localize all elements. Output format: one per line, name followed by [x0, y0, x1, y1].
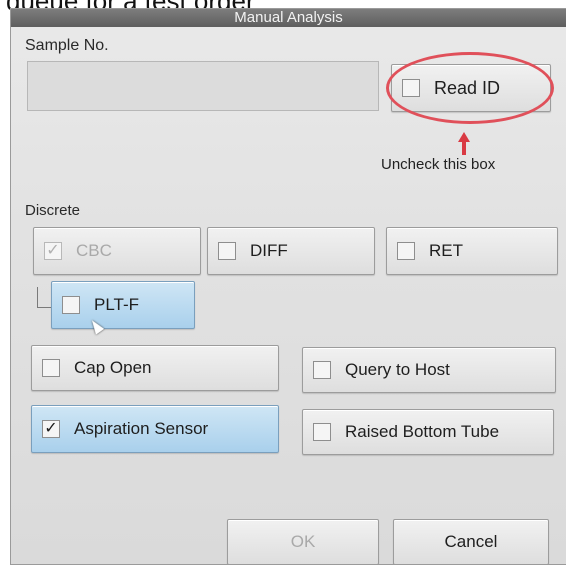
- plt-f-label: PLT-F: [94, 295, 140, 314]
- sample-no-field[interactable]: [27, 61, 379, 111]
- manual-analysis-dialog: Manual Analysis Sample No. Read ID Unche…: [10, 8, 566, 565]
- highlight-oval: [386, 52, 554, 124]
- ret-label: RET: [429, 241, 463, 260]
- window-title: Manual Analysis: [11, 9, 566, 27]
- aspiration-sensor-checkbox-button[interactable]: ✓ Aspiration Sensor: [31, 405, 279, 453]
- query-to-host-checkbox[interactable]: [313, 361, 331, 379]
- plt-f-checkbox-button[interactable]: PLT-F: [51, 281, 195, 329]
- cbc-checkbox-button[interactable]: ✓ CBC: [33, 227, 201, 275]
- query-to-host-label: Query to Host: [345, 360, 450, 379]
- check-icon: ✓: [44, 420, 58, 437]
- ret-checkbox-button[interactable]: RET: [386, 227, 558, 275]
- aspiration-sensor-checkbox[interactable]: ✓: [42, 420, 60, 438]
- cap-open-checkbox-button[interactable]: Cap Open: [31, 345, 279, 391]
- ok-button[interactable]: OK: [227, 519, 379, 564]
- annotation-text: Uncheck this box: [381, 156, 496, 173]
- cap-open-checkbox[interactable]: [42, 359, 60, 377]
- diff-checkbox[interactable]: [218, 242, 236, 260]
- raised-bottom-tube-label: Raised Bottom Tube: [345, 422, 500, 441]
- cap-open-label: Cap Open: [74, 358, 152, 377]
- cancel-button[interactable]: Cancel: [393, 519, 549, 564]
- cbc-checkbox[interactable]: ✓: [44, 242, 62, 260]
- plt-f-checkbox[interactable]: [62, 296, 80, 314]
- ret-checkbox[interactable]: [397, 242, 415, 260]
- raised-bottom-tube-checkbox-button[interactable]: Raised Bottom Tube: [302, 409, 554, 455]
- sample-no-label: Sample No.: [25, 37, 109, 54]
- discrete-label: Discrete: [25, 202, 81, 219]
- arrow-stem: [462, 141, 466, 155]
- ok-label: OK: [290, 532, 316, 551]
- diff-checkbox-button[interactable]: DIFF: [207, 227, 375, 275]
- diff-label: DIFF: [250, 241, 288, 260]
- raised-bottom-tube-checkbox[interactable]: [313, 423, 331, 441]
- check-icon: ✓: [46, 242, 60, 259]
- cbc-label: CBC: [76, 241, 112, 260]
- aspiration-sensor-label: Aspiration Sensor: [74, 419, 209, 438]
- cancel-label: Cancel: [444, 532, 498, 551]
- tree-connector: [37, 287, 52, 308]
- query-to-host-checkbox-button[interactable]: Query to Host: [302, 347, 556, 393]
